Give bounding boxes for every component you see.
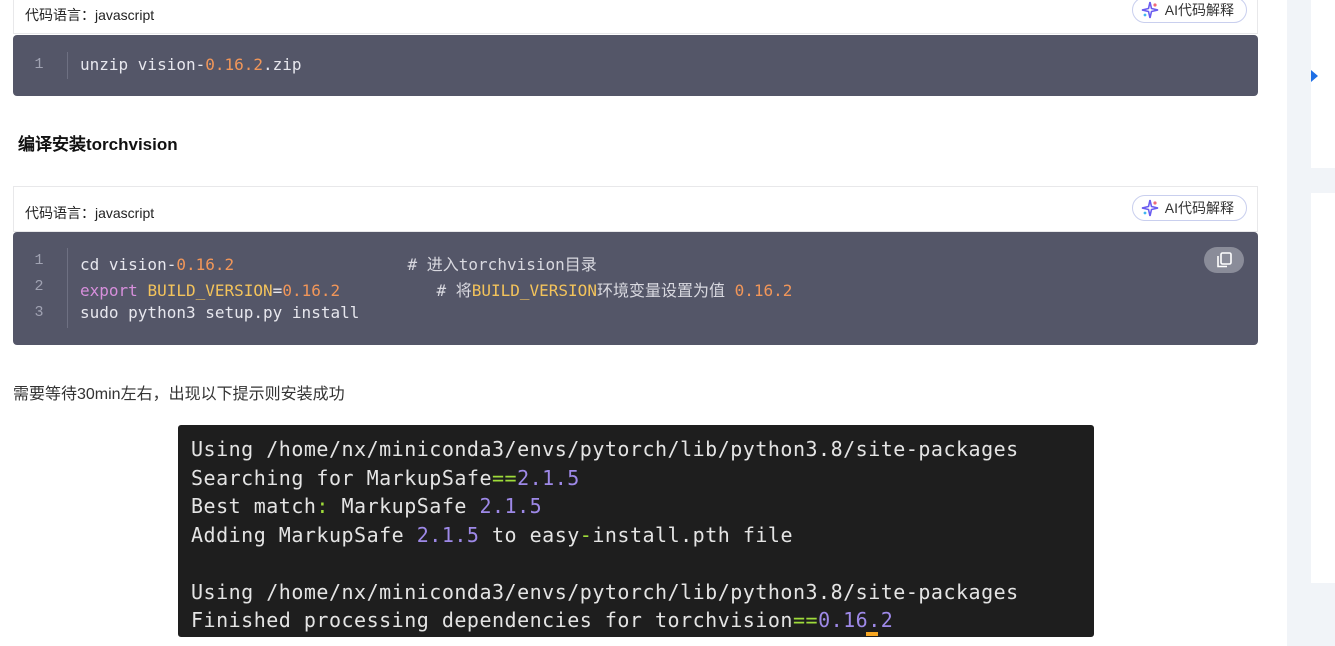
sidebar-panel-top (1311, 0, 1335, 168)
code-language-label: 代码语言：javascript (25, 7, 155, 23)
expand-arrow-icon[interactable] (1311, 70, 1318, 82)
copy-icon (1217, 252, 1232, 268)
code-block-1[interactable]: 1 unzip vision-0.16.2.zip (13, 35, 1258, 96)
ai-explain-label: AI代码解释 (1164, 200, 1234, 216)
ai-explain-label: AI代码解释 (1164, 2, 1234, 18)
section-heading: 编译安装torchvision (18, 135, 178, 154)
code-line: sudo python3 setup.py install (80, 303, 360, 322)
gutter-divider (67, 52, 68, 79)
code-line: export BUILD_VERSION=0.16.2 # 将BUILD_VER… (80, 281, 793, 300)
code-block-1-header: 代码语言：javascript AI代码解释 (13, 0, 1258, 34)
code-language-label: 代码语言：javascript (25, 205, 155, 221)
ai-sparkle-icon (1141, 1, 1158, 19)
copy-button[interactable] (1204, 247, 1244, 273)
sidebar-panel-bottom (1311, 193, 1335, 583)
ai-explain-button[interactable]: AI代码解释 (1131, 195, 1247, 221)
description-text: 需要等待30min左右，出现以下提示则安装成功 (13, 386, 345, 403)
code-block-2-header: 代码语言：javascript AI代码解释 (13, 186, 1258, 232)
terminal-line: Searching for MarkupSafe==2.1.5 (191, 465, 580, 490)
terminal-cursor (866, 632, 878, 636)
line-number: 3 (34, 304, 44, 321)
code-block-2[interactable]: 1 cd vision-0.16.2 # 进入torchvision目录 2 expo… (13, 232, 1258, 345)
gutter-divider (67, 248, 68, 328)
terminal-line: Finished processing dependencies for tor… (191, 608, 894, 632)
terminal-line: Using /home/nx/miniconda3/envs/pytorch/l… (191, 579, 1019, 604)
terminal-line: Adding MarkupSafe 2.1.5 to easy-install.… (191, 522, 793, 547)
line-number: 2 (34, 278, 44, 295)
line-number: 1 (34, 252, 44, 269)
terminal-output-image: Using /home/nx/miniconda3/envs/pytorch/l… (178, 425, 1094, 637)
terminal-line: Best match: MarkupSafe 2.1.5 (191, 494, 543, 518)
code-line: unzip vision-0.16.2.zip (80, 55, 302, 74)
line-number: 1 (34, 56, 44, 73)
code-line: cd vision-0.16.2 # 进入torchvision目录 (80, 255, 597, 274)
terminal-line: Using /home/nx/miniconda3/envs/pytorch/l… (191, 437, 1019, 461)
ai-sparkle-icon (1141, 199, 1158, 217)
ai-explain-button[interactable]: AI代码解释 (1131, 0, 1247, 23)
